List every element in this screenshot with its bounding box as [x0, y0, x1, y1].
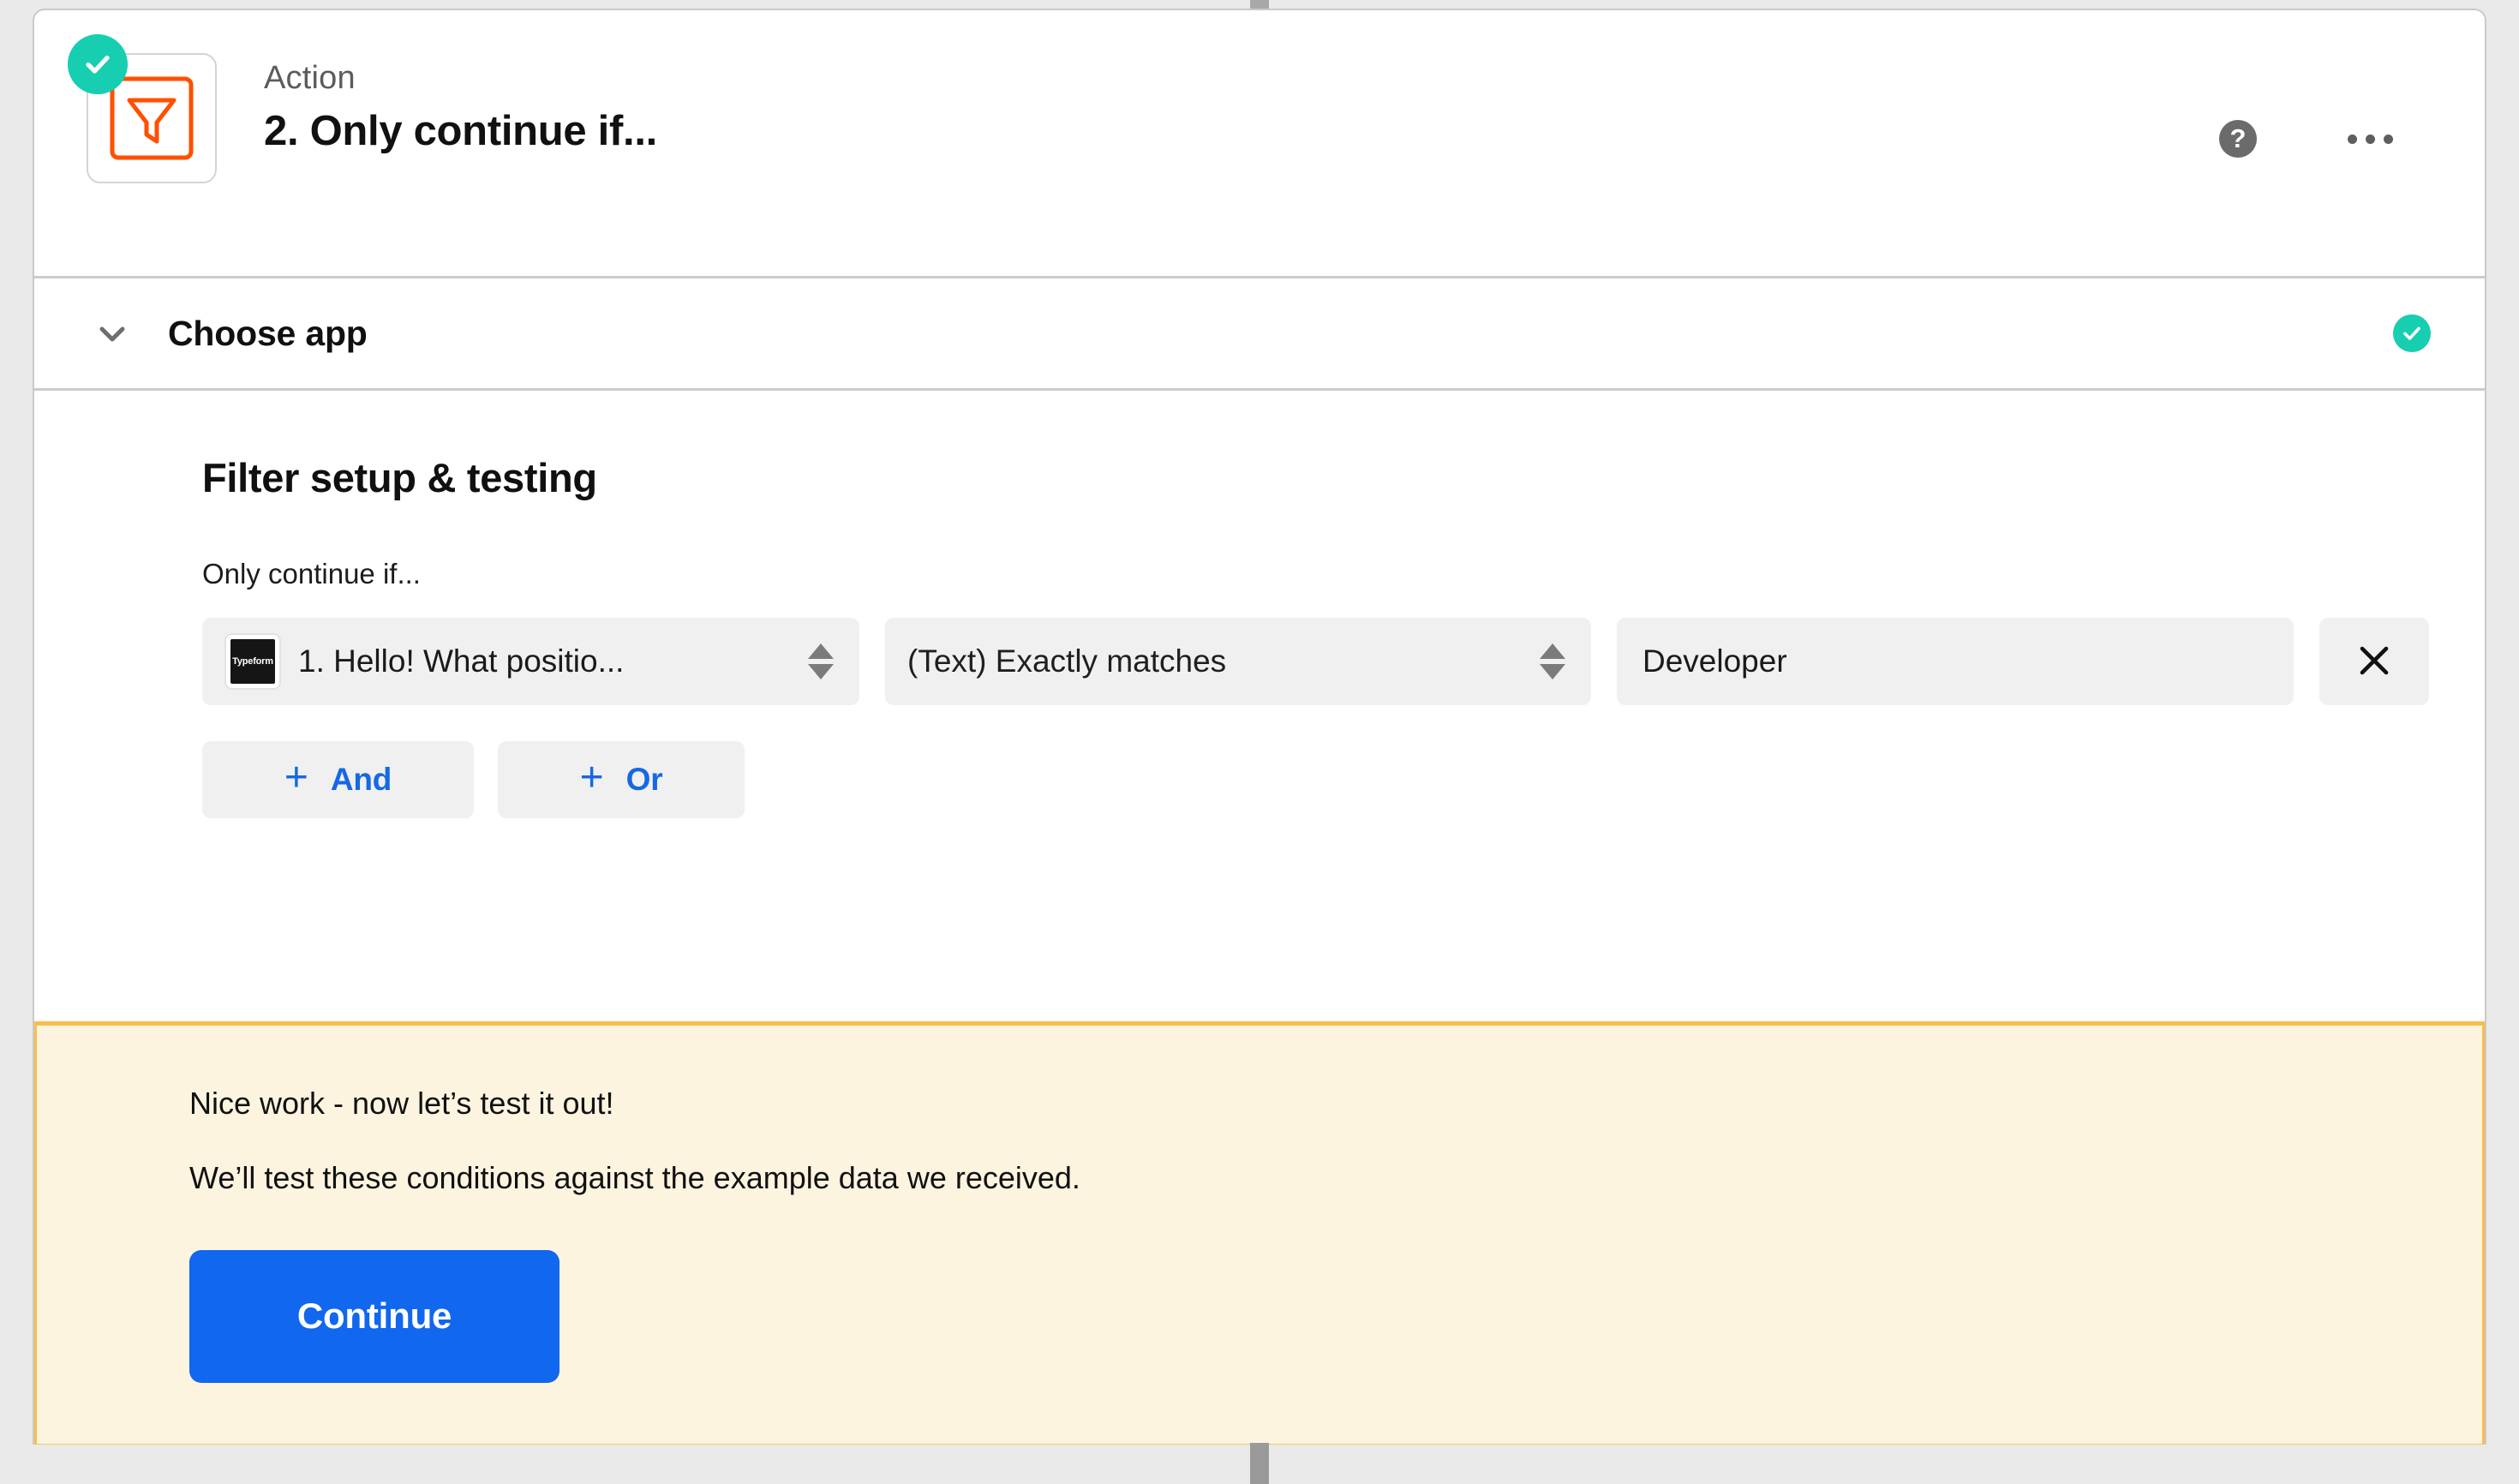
only-continue-if-label: Only continue if... [202, 558, 421, 589]
caret-up-icon [1540, 643, 1565, 659]
close-icon [2351, 637, 2397, 686]
page-title: 2. Only continue if... [264, 108, 657, 155]
test-prompt-banner: Nice work - now let’s test it out! We’ll… [34, 1021, 2485, 1445]
add-and-condition-button[interactable]: + And [202, 741, 474, 818]
condition-field-value: 1. Hello! What positio... [298, 643, 625, 679]
accordion-choose-app-label: Choose app [168, 313, 368, 353]
caret-up-icon [808, 643, 834, 659]
app-icon-container [68, 34, 217, 183]
add-or-label: Or [625, 762, 663, 797]
caret-down-icon [1540, 664, 1565, 679]
step-kicker: Action [264, 60, 356, 96]
step-header: Action 2. Only continue if... ? [34, 10, 2485, 278]
accordion-choose-app[interactable]: Choose app [34, 278, 2485, 391]
app-root: Action 2. Only continue if... ? Choose a… [0, 0, 2519, 1484]
banner-headline: Nice work - now let’s test it out! [189, 1086, 614, 1121]
condition-operator-value: (Text) Exactly matches [907, 643, 1227, 679]
section-title: Filter setup & testing [202, 455, 597, 500]
add-and-label: And [330, 762, 392, 797]
more-dot [2366, 134, 2375, 144]
workflow-connector-bottom [1250, 1443, 1269, 1484]
plus-icon: + [579, 755, 604, 800]
chevron-down-icon [93, 314, 132, 353]
add-or-condition-button[interactable]: + Or [498, 741, 745, 818]
help-icon[interactable]: ? [2219, 120, 2257, 158]
select-stepper-icon [808, 643, 834, 679]
condition-operator-select[interactable]: (Text) Exactly matches [885, 618, 1591, 705]
condition-value-input[interactable]: Developer [1617, 618, 2294, 705]
caret-down-icon [808, 664, 834, 679]
plus-icon: + [284, 755, 308, 800]
filter-condition-row: Typeform 1. Hello! What positio... (Text… [202, 618, 2485, 705]
action-step-card: Action 2. Only continue if... ? Choose a… [33, 9, 2486, 1445]
more-dot [2384, 134, 2393, 144]
select-stepper-icon [1540, 643, 1565, 679]
choose-app-status-check-icon [2393, 314, 2431, 352]
more-options-icon[interactable] [2346, 126, 2395, 153]
more-dot [2348, 134, 2357, 144]
header-actions: ? [2219, 120, 2395, 158]
step-header-text: Action 2. Only continue if... [264, 57, 657, 160]
add-condition-buttons: + And + Or [202, 741, 2485, 818]
banner-subtext: We’ll test these conditions against the … [189, 1160, 1080, 1196]
continue-button[interactable]: Continue [189, 1249, 559, 1383]
filter-setup-section: Filter setup & testing Only continue if.… [34, 391, 2485, 888]
condition-field-select[interactable]: Typeform 1. Hello! What positio... [202, 618, 859, 705]
remove-condition-button[interactable] [2319, 618, 2429, 705]
step-status-check-icon [68, 34, 128, 94]
typeform-app-icon: Typeform [224, 633, 281, 690]
typeform-logo-mark: Typeform [230, 639, 275, 684]
